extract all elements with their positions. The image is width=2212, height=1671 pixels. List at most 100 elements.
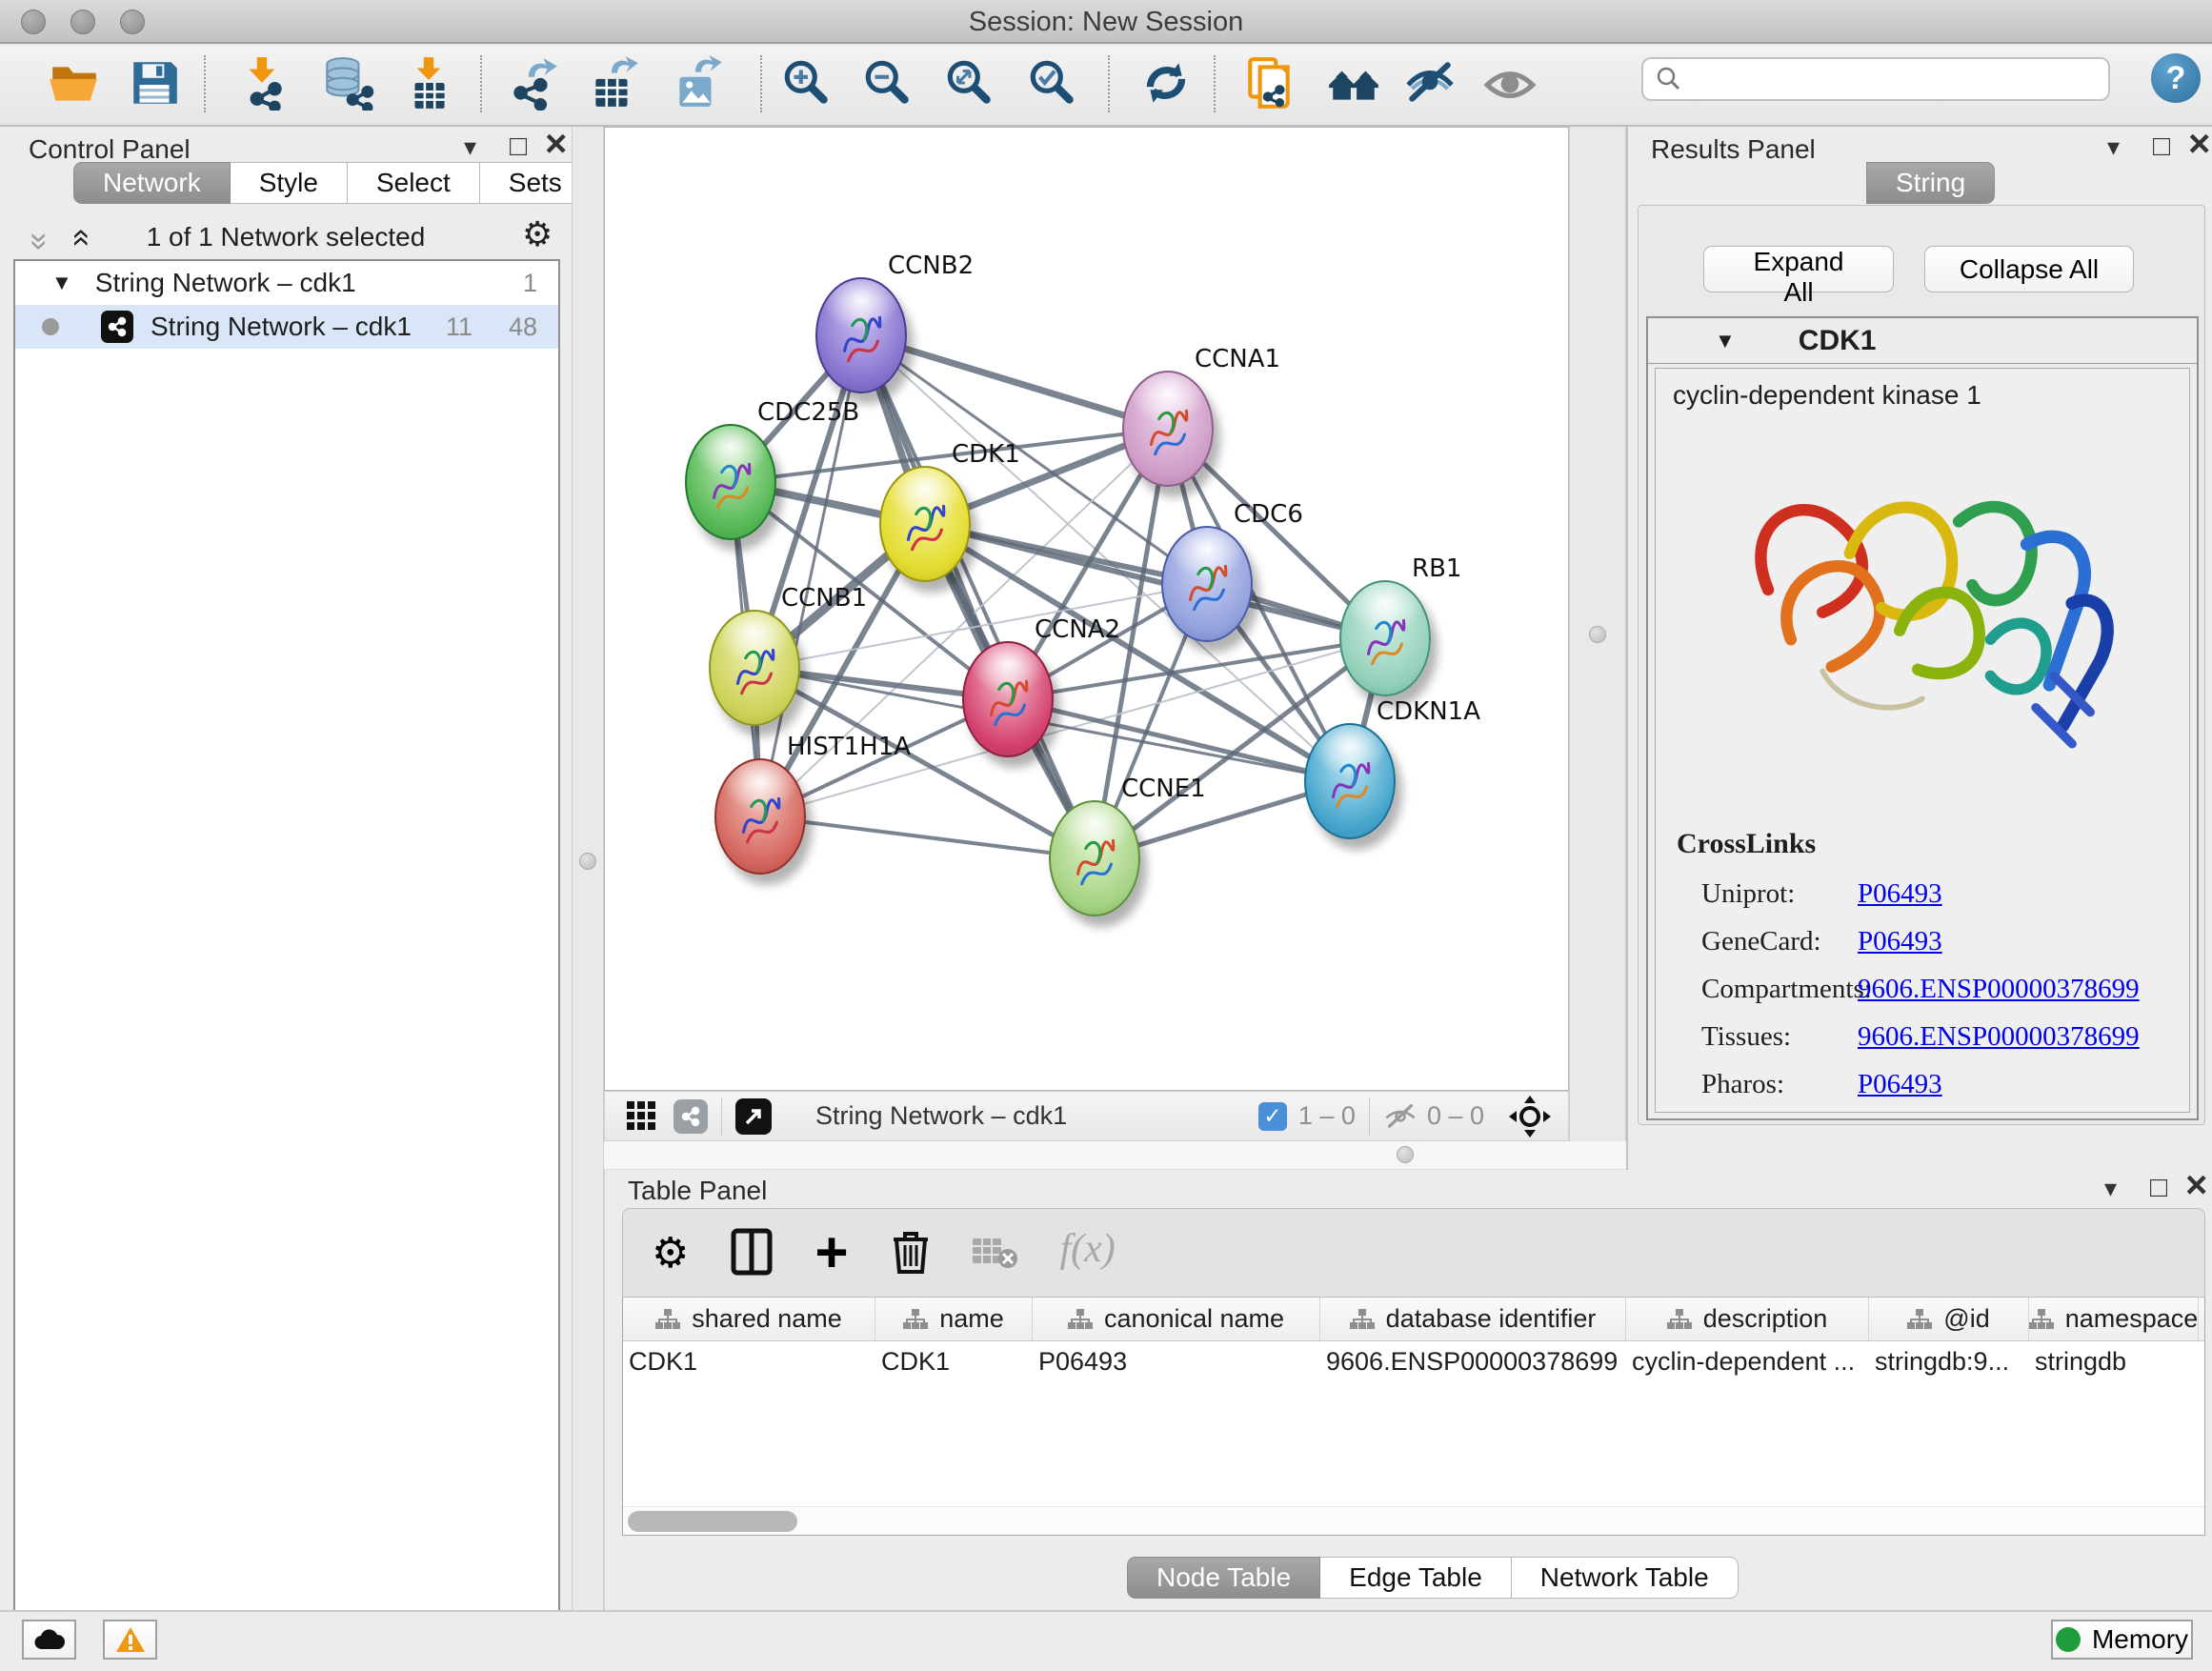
right-splitter[interactable]	[1569, 127, 1626, 1170]
network-node-ccne1[interactable]	[1049, 800, 1140, 916]
collapse-all-button[interactable]: Collapse All	[1924, 246, 2134, 292]
table-panel-float-icon[interactable]: □	[2150, 1174, 2167, 1202]
delete-table-icon[interactable]	[973, 1226, 1018, 1279]
refresh-layout-icon[interactable]	[1136, 53, 1196, 114]
network-overview-share-icon[interactable]	[674, 1099, 708, 1134]
string-home-icon[interactable]	[1323, 53, 1384, 114]
column-header-description[interactable]: description	[1626, 1298, 1869, 1340]
network-node-cdkn1a[interactable]	[1304, 723, 1396, 839]
network-edge[interactable]	[925, 524, 1385, 638]
import-network-icon[interactable]	[232, 53, 293, 114]
network-node-ccna1[interactable]	[1122, 371, 1214, 487]
network-node-ccnb1[interactable]	[709, 610, 800, 726]
table-row[interactable]: CDK1CDK1P064939606.ENSP00000378699cyclin…	[623, 1341, 2204, 1381]
zoom-selected-icon[interactable]	[1022, 53, 1083, 114]
show-columns-icon[interactable]	[731, 1226, 773, 1279]
network-edge[interactable]	[861, 335, 1095, 858]
results-panel-menu-icon[interactable]: ▾	[2107, 134, 2120, 159]
column-header-canonical-name[interactable]: canonical name	[1033, 1298, 1320, 1340]
tab-network-table[interactable]: Network Table	[1512, 1557, 1739, 1599]
table-cell[interactable]: 9606.ENSP00000378699	[1320, 1341, 1626, 1381]
crosslink-link[interactable]: P06493	[1858, 926, 1942, 957]
tab-network[interactable]: Network	[73, 162, 231, 204]
network-edge[interactable]	[760, 816, 1095, 858]
zoom-out-icon[interactable]	[857, 53, 918, 114]
network-edge[interactable]	[861, 335, 1168, 429]
import-network-from-database-icon[interactable]	[316, 53, 377, 114]
network-node-cdc6[interactable]	[1161, 526, 1253, 642]
zoom-in-icon[interactable]	[776, 53, 837, 114]
network-node-ccnb2[interactable]	[815, 277, 907, 393]
scrollbar-thumb[interactable]	[628, 1511, 797, 1532]
crosslink-link[interactable]: 9606.ENSP00000378699	[1858, 974, 2140, 1005]
birds-eye-view-icon[interactable]	[626, 1100, 656, 1133]
results-panel-float-icon[interactable]: □	[2153, 132, 2170, 161]
table-cell[interactable]: CDK1	[623, 1341, 875, 1381]
network-canvas[interactable]: CCNB2CCNA1CDC25BCDK1CDC6RB1CCNB1CCNA2CDK…	[604, 127, 1569, 1091]
crosslink-link[interactable]: 9606.ENSP00000378699	[1858, 1021, 2140, 1053]
copy-documents-icon[interactable]	[1239, 53, 1300, 114]
network-node-cdk1[interactable]	[879, 466, 971, 582]
expand-all-button[interactable]: Expand All	[1703, 246, 1894, 292]
horizontal-splitter-handle[interactable]	[1397, 1146, 1414, 1163]
network-row[interactable]: String Network – cdk1 11 48	[15, 305, 558, 349]
horizontal-splitter[interactable]	[604, 1141, 1626, 1170]
zoom-fit-icon[interactable]	[939, 53, 1000, 114]
network-node-ccna2[interactable]	[962, 641, 1054, 757]
tab-edge-table[interactable]: Edge Table	[1320, 1557, 1512, 1599]
export-network-icon[interactable]	[502, 53, 563, 114]
column-header-shared-name[interactable]: shared name	[623, 1298, 875, 1340]
table-cell[interactable]: cyclin-dependent ...	[1626, 1341, 1869, 1381]
crosslink-link[interactable]: P06493	[1858, 1069, 1942, 1100]
add-column-icon[interactable]: +	[814, 1226, 848, 1279]
delete-column-icon[interactable]	[891, 1226, 931, 1279]
column-header-id[interactable]: @id	[1869, 1298, 2029, 1340]
left-splitter-handle[interactable]	[579, 853, 596, 870]
memory-button[interactable]: Memory	[2051, 1620, 2193, 1660]
tab-select[interactable]: Select	[348, 162, 480, 204]
column-header-database-identifier[interactable]: database identifier	[1320, 1298, 1626, 1340]
show-glass-icon[interactable]	[1479, 53, 1540, 114]
column-header-namespace[interactable]: namespace	[2029, 1298, 2199, 1340]
tab-style[interactable]: Style	[231, 162, 348, 204]
table-panel-close-icon[interactable]: ×	[2185, 1166, 2207, 1204]
table-panel-menu-icon[interactable]: ▾	[2104, 1176, 2117, 1200]
table-cell[interactable]: P06493	[1033, 1341, 1320, 1381]
hide-glass-icon[interactable]	[1399, 53, 1460, 114]
save-session-icon[interactable]	[124, 53, 185, 114]
help-icon[interactable]: ?	[2151, 53, 2201, 103]
table-cell[interactable]: stringdb	[2029, 1341, 2199, 1381]
fit-content-crosshair-icon[interactable]	[1509, 1096, 1551, 1137]
control-panel-close-icon[interactable]: ×	[545, 125, 567, 163]
network-options-gear-icon[interactable]: ⚙	[522, 214, 553, 254]
open-in-window-icon[interactable]	[735, 1098, 772, 1135]
open-session-icon[interactable]	[44, 53, 105, 114]
export-image-icon[interactable]	[667, 53, 728, 114]
network-node-rb1[interactable]	[1339, 580, 1431, 696]
table-cell[interactable]: CDK1	[875, 1341, 1033, 1381]
search-input[interactable]	[1683, 65, 2083, 94]
protein-expander-icon[interactable]: ▼	[1715, 329, 1736, 353]
export-table-icon[interactable]	[583, 53, 644, 114]
tab-string[interactable]: String	[1866, 162, 1995, 204]
table-gear-icon[interactable]: ⚙	[652, 1226, 689, 1279]
import-table-icon[interactable]	[398, 53, 459, 114]
table-cell[interactable]: stringdb:9...	[1869, 1341, 2029, 1381]
control-panel-float-icon[interactable]: □	[510, 132, 527, 161]
crosslink-link[interactable]: P06493	[1858, 878, 1942, 910]
cloud-icon[interactable]	[22, 1620, 76, 1660]
control-panel-menu-icon[interactable]: ▾	[464, 134, 476, 159]
network-collection-row[interactable]: ▼ String Network – cdk1 1	[15, 261, 558, 305]
network-node-cdc25b[interactable]	[685, 424, 776, 540]
column-header-name[interactable]: name	[875, 1298, 1033, 1340]
right-splitter-handle[interactable]	[1589, 626, 1606, 643]
collection-expander-icon[interactable]: ▼	[51, 271, 72, 295]
results-panel-close-icon[interactable]: ×	[2188, 125, 2210, 163]
function-builder-icon[interactable]: f(x)	[1060, 1226, 1116, 1279]
left-splitter[interactable]	[572, 127, 604, 1610]
warning-icon[interactable]	[103, 1620, 157, 1660]
tab-node-table[interactable]: Node Table	[1127, 1557, 1320, 1599]
table-horizontal-scrollbar[interactable]	[623, 1506, 2204, 1535]
selected-nodes-checkbox-icon[interactable]: ✓	[1258, 1102, 1287, 1131]
network-node-hist1h1a[interactable]	[714, 758, 806, 875]
